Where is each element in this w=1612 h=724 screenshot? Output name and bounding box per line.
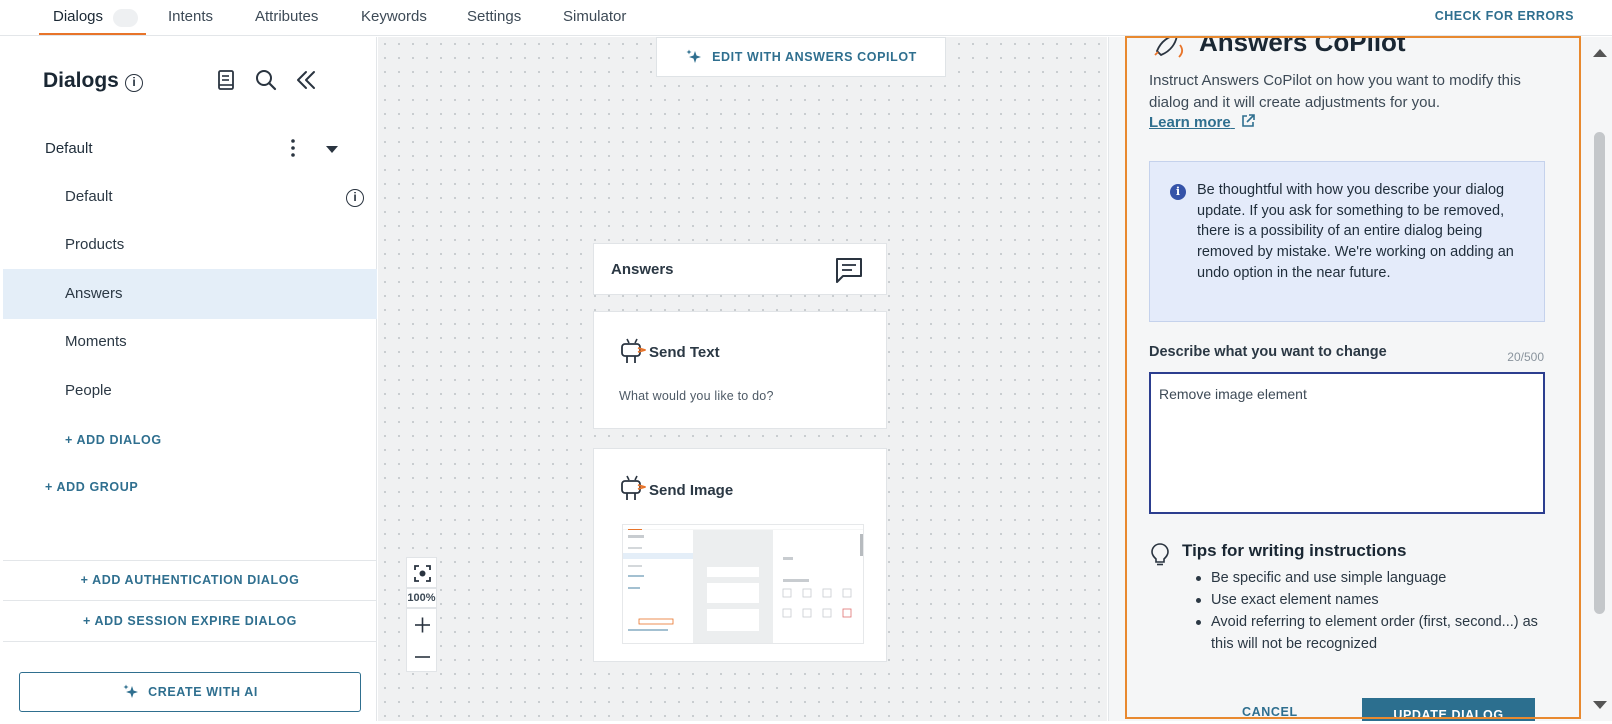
top-navigation: Dialogs Intents Attributes Keywords Sett… [0,0,1612,36]
scroll-down-icon[interactable] [1593,701,1607,709]
fit-to-screen-button[interactable] [406,557,437,588]
tip-item: Use exact element names [1191,589,1561,611]
zoom-in-icon[interactable] [407,609,438,641]
send-text-node[interactable]: Send Text What would you like to do? [593,311,887,429]
zoom-out-icon[interactable] [407,641,438,673]
dialog-canvas[interactable]: EDIT WITH ANSWERS COPILOT Answers Send T… [378,37,1107,721]
check-for-errors-button[interactable]: CHECK FOR ERRORS [1435,9,1574,23]
send-image-node[interactable]: Send Image [593,448,887,662]
chat-icon [836,258,862,283]
rocket-icon [1154,37,1184,58]
tab-intents[interactable]: Intents [168,8,213,25]
start-node-answers[interactable]: Answers [593,243,887,295]
scrollbar-thumb[interactable] [1594,132,1605,614]
dialog-item-label: Answers [65,285,123,302]
cancel-button[interactable]: CANCEL [1242,705,1298,719]
node-message-text: What would you like to do? [619,389,774,403]
dialog-item-label: Products [65,236,125,253]
tips-title: Tips for writing instructions [1182,541,1407,560]
dialog-item-moments[interactable]: Moments [3,317,377,367]
tips-list: Be specific and use simple language Use … [1191,567,1561,655]
lightbulb-icon [1151,543,1169,566]
panel-description: Instruct Answers CoPilot on how you want… [1149,72,1521,111]
sparkle-icon [123,684,139,698]
book-icon[interactable] [213,67,239,93]
notice-text: Be thoughtful with how you describe your… [1197,182,1514,281]
dialog-item-answers[interactable]: Answers [3,269,377,319]
create-with-ai-button[interactable]: CREATE WITH AI [19,672,361,712]
divider [3,641,377,642]
create-with-ai-label: CREATE WITH AI [148,685,258,699]
bot-icon [621,338,646,363]
warning-notice: i Be thoughtful with how you describe yo… [1149,161,1545,322]
dialog-item-products[interactable]: Products [3,220,377,270]
edit-with-copilot-label: EDIT WITH ANSWERS COPILOT [712,50,917,64]
external-link-icon [1242,114,1255,127]
tab-settings[interactable]: Settings [467,8,521,25]
dialog-item-default[interactable]: Default i [3,172,377,222]
dialog-item-label: Default [65,188,113,205]
chevron-down-icon[interactable] [326,146,338,153]
dialog-item-label: Moments [65,333,127,350]
sparkle-icon [686,49,702,63]
bot-icon [621,475,646,500]
tab-keywords[interactable]: Keywords [361,8,427,25]
divider [3,600,377,601]
tab-simulator[interactable]: Simulator [563,8,626,25]
zoom-level: 100% [406,588,437,608]
screenshot-thumbnail [623,525,863,643]
tab-badge [113,9,138,27]
dialog-item-people[interactable]: People [3,366,377,416]
dialog-group-default[interactable]: Default [3,130,377,166]
dialog-item-label: People [65,382,112,399]
scroll-up-icon[interactable] [1593,49,1607,57]
image-thumbnail [622,524,864,644]
change-description-input[interactable] [1149,372,1545,514]
character-count: 20/500 [1507,350,1544,364]
dialogs-sidebar: Dialogs i Default Default i Products Ans… [3,37,377,721]
learn-more-label: Learn more [1149,114,1231,131]
add-session-expire-dialog-button[interactable]: + ADD SESSION EXPIRE DIALOG [3,614,377,628]
learn-more-link[interactable]: Learn more [1149,113,1256,131]
active-tab-indicator [39,33,146,35]
collapse-icon[interactable] [293,67,319,93]
sidebar-title: Dialogs [43,69,119,92]
node-title: Send Image [649,482,734,499]
info-icon[interactable]: i [125,74,143,92]
info-icon: i [1170,184,1186,200]
info-icon[interactable]: i [346,189,364,207]
node-title: Answers [611,261,674,278]
divider [3,560,377,561]
fit-screen-icon [414,565,431,582]
panel-scrollbar[interactable] [1586,37,1612,721]
update-dialog-button[interactable]: UPDATE DIALOG [1362,698,1535,721]
add-dialog-button[interactable]: + ADD DIALOG [65,433,162,447]
copilot-panel: Answers CoPilot Instruct Answers CoPilot… [1108,37,1588,721]
more-options-icon[interactable] [286,137,300,159]
add-group-button[interactable]: + ADD GROUP [45,480,138,494]
search-icon[interactable] [253,67,279,93]
tip-item: Avoid referring to element order (first,… [1191,611,1561,655]
tab-attributes[interactable]: Attributes [255,8,318,25]
group-label: Default [45,140,93,157]
node-title: Send Text [649,344,720,361]
edit-with-copilot-button[interactable]: EDIT WITH ANSWERS COPILOT [656,37,946,77]
add-authentication-dialog-button[interactable]: + ADD AUTHENTICATION DIALOG [3,573,377,587]
tab-dialogs[interactable]: Dialogs [53,8,103,25]
change-description-label: Describe what you want to change [1149,344,1387,360]
tip-item: Be specific and use simple language [1191,567,1561,589]
zoom-controls [406,608,437,672]
panel-title: Answers CoPilot [1199,37,1406,57]
